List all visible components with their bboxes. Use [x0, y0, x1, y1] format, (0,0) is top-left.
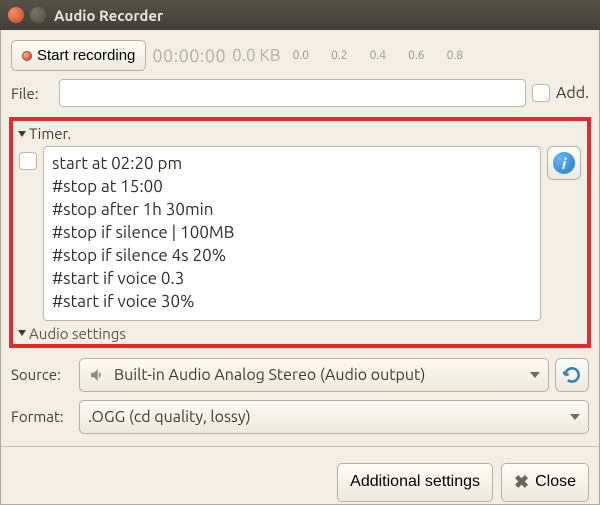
footer: Additional settings ✖ Close: [11, 459, 589, 502]
chevron-down-icon: [570, 414, 580, 420]
start-recording-button[interactable]: Start recording: [11, 40, 146, 71]
close-icon: ✖: [514, 472, 529, 493]
timer-header[interactable]: Timer.: [19, 125, 581, 142]
toolbar: Start recording 00:00:00 0.0 KB 0.0 0.2 …: [11, 40, 589, 71]
chevron-down-icon: [530, 372, 540, 378]
timer-line: start at 02:20 pm: [52, 153, 532, 176]
reload-icon: [562, 365, 582, 385]
tick: 0.6: [408, 49, 425, 62]
window-title: Audio Recorder: [54, 7, 163, 24]
file-size: 0.0 KB: [232, 46, 280, 65]
format-selected: .OGG (cd quality, lossy): [88, 408, 251, 426]
format-row: Format: .OGG (cd quality, lossy): [11, 400, 589, 434]
file-label: File:: [11, 85, 53, 102]
additional-settings-button[interactable]: Additional settings: [337, 463, 493, 502]
speaker-icon: [88, 366, 106, 384]
divider: [1, 446, 599, 447]
format-combobox[interactable]: .OGG (cd quality, lossy): [79, 400, 589, 434]
source-selected: Built-in Audio Analog Stereo (Audio outp…: [114, 366, 425, 384]
timer-enable-checkbox[interactable]: [19, 152, 37, 170]
additional-settings-label: Additional settings: [350, 473, 480, 491]
audio-settings-header[interactable]: Audio settings: [19, 325, 581, 342]
close-button[interactable]: ✖ Close: [501, 463, 589, 502]
timer-line: #start if voice 30%: [52, 291, 532, 314]
timer-row: start at 02:20 pm #stop at 15:00 #stop a…: [19, 146, 581, 321]
reload-sources-button[interactable]: [555, 358, 589, 392]
timer-line: #stop if silence 4s 20%: [52, 245, 532, 268]
level-ticks: 0.0 0.2 0.4 0.6 0.8: [293, 49, 464, 62]
add-checkbox[interactable]: [532, 84, 550, 102]
window-body: Start recording 00:00:00 0.0 KB 0.0 0.2 …: [0, 30, 600, 505]
window-controls: [8, 7, 46, 23]
tick: 0.4: [370, 49, 387, 62]
file-input[interactable]: [59, 79, 526, 107]
timer-line: #stop if silence | 100MB: [52, 222, 532, 245]
close-window-icon[interactable]: [8, 7, 24, 23]
tick: 0.2: [331, 49, 348, 62]
source-combobox[interactable]: Built-in Audio Analog Stereo (Audio outp…: [79, 358, 549, 392]
format-label: Format:: [11, 408, 73, 425]
disclosure-triangle-icon: [18, 131, 26, 137]
timer-header-label: Timer.: [29, 125, 71, 142]
close-label: Close: [535, 473, 576, 491]
tick: 0.0: [293, 49, 310, 62]
audio-settings-label: Audio settings: [29, 325, 126, 342]
disclosure-triangle-icon: [18, 330, 26, 336]
highlight-annotation: Timer. start at 02:20 pm #stop at 15:00 …: [9, 117, 591, 348]
source-label: Source:: [11, 366, 73, 383]
timer-text-area[interactable]: start at 02:20 pm #stop at 15:00 #stop a…: [43, 146, 541, 321]
source-row: Source: Built-in Audio Analog Stereo (Au…: [11, 358, 589, 392]
timer-info-button[interactable]: i: [547, 146, 581, 180]
info-icon: i: [553, 152, 575, 174]
record-icon: [22, 51, 32, 61]
start-recording-label: Start recording: [37, 47, 135, 64]
add-label: Add.: [556, 84, 589, 102]
elapsed-time: 00:00:00: [152, 46, 226, 66]
timer-line: #stop at 15:00: [52, 176, 532, 199]
file-row: File: Add.: [11, 79, 589, 107]
timer-line: #stop after 1h 30min: [52, 199, 532, 222]
timer-line: #start if voice 0.3: [52, 268, 532, 291]
tick: 0.8: [447, 49, 464, 62]
minimize-window-icon[interactable]: [30, 7, 46, 23]
titlebar: Audio Recorder: [0, 0, 600, 30]
